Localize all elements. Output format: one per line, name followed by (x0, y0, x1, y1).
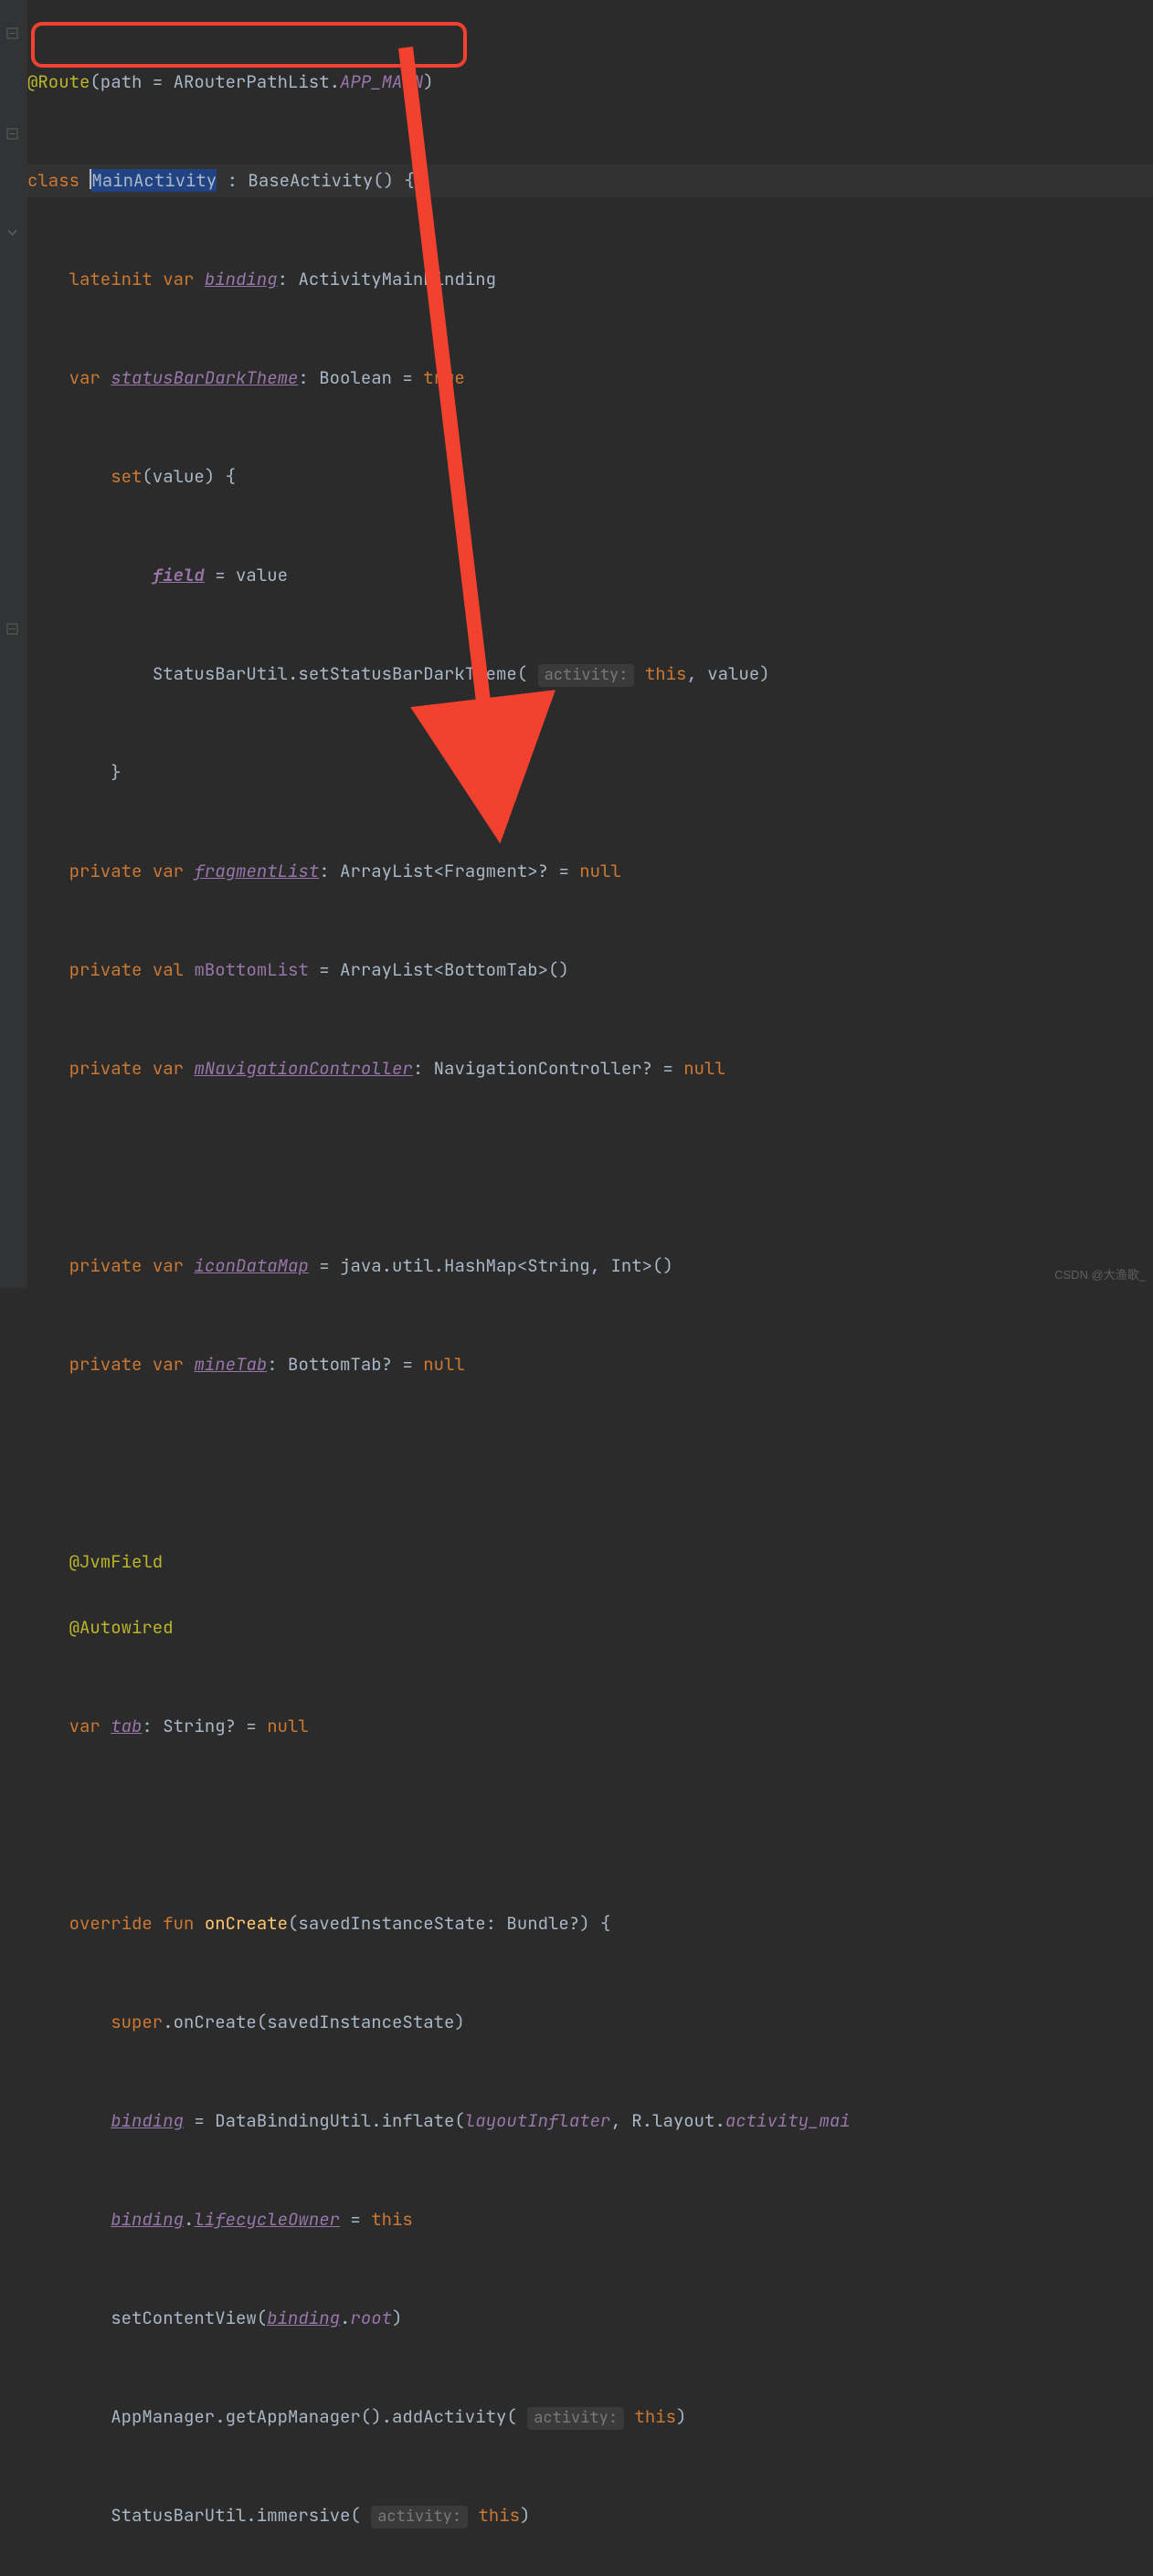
code-line: } (27, 756, 1153, 789)
code-line: super.onCreate(savedInstanceState) (27, 2006, 1153, 2039)
code-line: private val mBottomList = ArrayList<Bott… (27, 954, 1153, 987)
code-line (27, 1151, 1153, 1184)
code-line-current: class MainActivity : BaseActivity() { (27, 164, 1153, 197)
code-line: var tab: String? = null (27, 1710, 1153, 1743)
watermark: CSDN @大渔歌_ (1054, 1265, 1146, 1283)
code-line: binding.lifecycleOwner = this (27, 2203, 1153, 2236)
fold-close-icon[interactable] (6, 227, 18, 238)
code-line: lateinit var binding: ActivityMainBindin… (27, 263, 1153, 296)
fold-minus-icon[interactable] (6, 623, 18, 635)
code-line: AppManager.getAppManager().addActivity( … (27, 2401, 1153, 2433)
code-line: private var mineTab: BottomTab? = null (27, 1348, 1153, 1381)
code-line: setContentView(binding.root) (27, 2302, 1153, 2335)
code-line: @Route(path = ARouterPathList.APP_MAIN) (27, 66, 1153, 99)
code-line: private var iconDataMap = java.util.Hash… (27, 1250, 1153, 1283)
code-line: var statusBarDarkTheme: Boolean = true (27, 362, 1153, 395)
code-line: override fun onCreate(savedInstanceState… (27, 1907, 1153, 1940)
fold-minus-icon[interactable] (6, 27, 18, 39)
code-line: private var mNavigationController: Navig… (27, 1052, 1153, 1085)
code-line: StatusBarUtil.immersive( activity: this) (27, 2499, 1153, 2532)
code-editor[interactable]: @Route(path = ARouterPathList.APP_MAIN) … (27, 0, 1153, 2576)
code-line: @JvmField (27, 1546, 1153, 1578)
code-line: set(value) { (27, 460, 1153, 493)
code-line (27, 1447, 1153, 1480)
editor-gutter (0, 0, 27, 1288)
code-line: binding = DataBindingUtil.inflate(layout… (27, 2105, 1153, 2138)
code-line: private var fragmentList: ArrayList<Frag… (27, 855, 1153, 888)
code-line: @Autowired (27, 1611, 1153, 1644)
code-line (27, 1809, 1153, 1842)
code-line: field = value (27, 559, 1153, 592)
fold-minus-icon[interactable] (6, 128, 18, 140)
code-line: StatusBarUtil.setStatusBarDarkTheme( act… (27, 658, 1153, 691)
